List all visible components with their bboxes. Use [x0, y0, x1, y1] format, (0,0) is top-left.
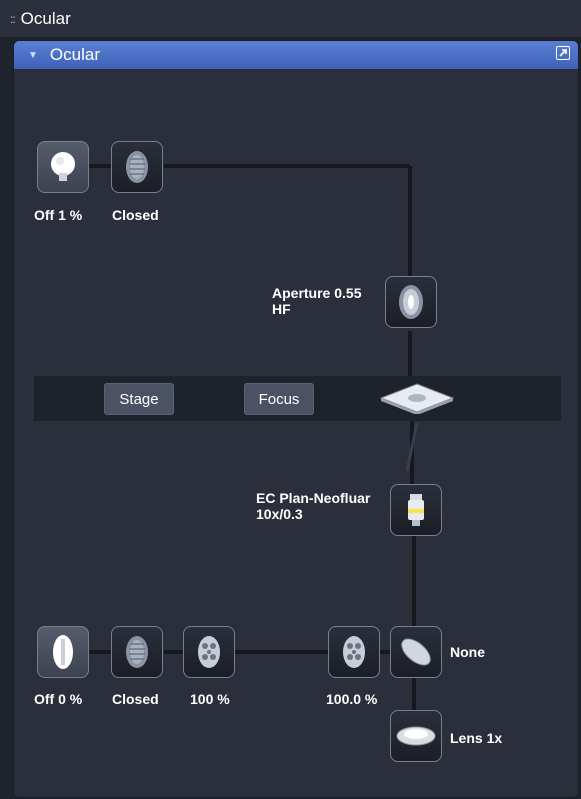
aperture-label: Aperture 0.55	[272, 285, 362, 301]
objective-icon	[408, 494, 424, 526]
fluorescence-lamp-icon	[53, 635, 73, 669]
tube-lens-icon	[396, 726, 436, 746]
bottom-shutter-label: Closed	[112, 691, 159, 707]
bottom-lamp-label: Off 0 %	[34, 691, 83, 707]
top-lamp-label: Off 1 %	[34, 207, 83, 223]
ocular-panel: ▼ Ocular Stage Focus Off 1 % Closed Aper…	[13, 40, 579, 798]
grip-icon[interactable]: ::	[10, 12, 16, 26]
objective-button[interactable]	[390, 484, 442, 536]
tube-lens-label: Lens 1x	[450, 730, 503, 746]
reflector-button[interactable]	[390, 626, 442, 678]
shutter-icon	[126, 151, 148, 183]
filter-wheel-1-button[interactable]	[183, 626, 235, 678]
stage-button[interactable]: Stage	[104, 383, 174, 415]
aperture-diaphragm-icon	[399, 285, 423, 319]
window-title: Ocular	[20, 8, 71, 28]
bottom-shutter-button[interactable]	[111, 626, 163, 678]
shutter-icon	[126, 636, 148, 668]
halogen-lamp-button[interactable]	[37, 141, 89, 193]
tube-lens-button[interactable]	[390, 710, 442, 762]
reflector-label: None	[450, 644, 485, 660]
objective-name: EC Plan-Neofluar	[256, 490, 371, 506]
stage-icon[interactable]	[379, 382, 455, 414]
aperture-sublabel: HF	[272, 301, 291, 317]
filter-wheel-icon	[343, 636, 365, 668]
reflector-icon	[401, 638, 431, 666]
filter-wheel-icon	[198, 636, 220, 668]
fluorescence-lamp-button[interactable]	[37, 626, 89, 678]
filter-wheel-2-label: 100.0 %	[326, 691, 378, 707]
objective-magnification: 10x/0.3	[256, 506, 303, 522]
top-shutter-button[interactable]	[111, 141, 163, 193]
stage-bar: Stage Focus	[34, 376, 561, 421]
top-shutter-label: Closed	[112, 207, 159, 223]
halogen-lamp-icon	[51, 152, 75, 181]
window-title-bar: :: Ocular	[0, 0, 581, 38]
aperture-button[interactable]	[385, 276, 437, 328]
filter-wheel-1-label: 100 %	[190, 691, 230, 707]
focus-button[interactable]: Focus	[244, 383, 314, 415]
filter-wheel-2-button[interactable]	[328, 626, 380, 678]
